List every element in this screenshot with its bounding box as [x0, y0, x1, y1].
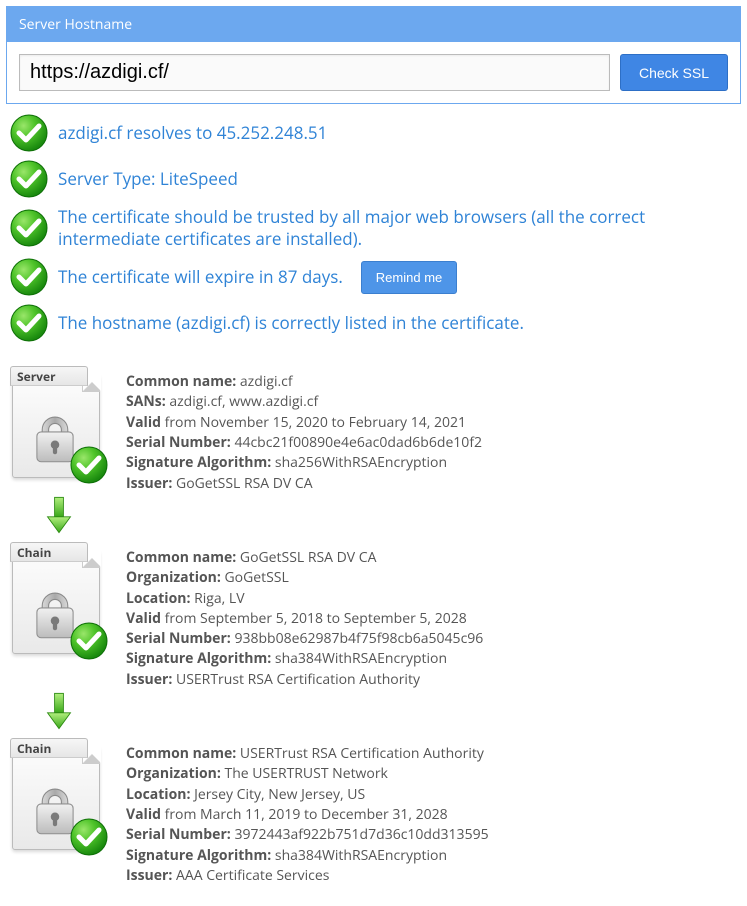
lock-document-icon: Chain: [10, 738, 102, 852]
check-icon: [10, 209, 48, 247]
hostname-panel: Server Hostname Check SSL: [6, 6, 741, 104]
cert-field: Organization: The USERTRUST Network: [126, 764, 489, 784]
cert-field: SANs: azdigi.cf, www.azdigi.cf: [126, 392, 482, 412]
lock-document-icon: Chain: [10, 542, 102, 656]
cert-field: Issuer: GoGetSSL RSA DV CA: [126, 474, 482, 494]
cert-field: Issuer: AAA Certificate Services: [126, 866, 489, 886]
chain-arrow: [6, 690, 741, 738]
result-text: The certificate will expire in 87 days.: [58, 266, 343, 288]
check-ssl-button[interactable]: Check SSL: [620, 54, 728, 91]
result-row-hostname: The hostname (azdigi.cf) is correctly li…: [6, 300, 741, 346]
results-list: azdigi.cf resolves to 45.252.248.51 Serv…: [0, 110, 747, 356]
cert-field: Location: Jersey City, New Jersey, US: [126, 785, 489, 805]
result-text: Server Type: LiteSpeed: [58, 168, 737, 190]
cert-field: Common name: GoGetSSL RSA DV CA: [126, 548, 483, 568]
result-row-server-type: Server Type: LiteSpeed: [6, 156, 741, 202]
cert-field: Signature Algorithm: sha384WithRSAEncryp…: [126, 846, 489, 866]
cert-field: Common name: USERTrust RSA Certification…: [126, 744, 489, 764]
check-icon: [10, 304, 48, 342]
cert-icon: Chain: [6, 738, 106, 852]
chain-arrow: [6, 494, 741, 542]
cert-tag: Server: [10, 366, 88, 386]
cert-field: Common name: azdigi.cf: [126, 372, 482, 392]
cert-block-chain: Chain Common name: USERTrust RSA Certifi…: [6, 738, 741, 886]
cert-field: Valid from November 15, 2020 to February…: [126, 413, 482, 433]
check-badge-icon: [70, 622, 108, 660]
cert-tag: Chain: [10, 542, 88, 562]
cert-field: Issuer: USERTrust RSA Certification Auth…: [126, 670, 483, 690]
remind-me-button[interactable]: Remind me: [361, 261, 457, 294]
certificate-chain: Server Common name: azdigi.cf SANs: azdi…: [0, 356, 747, 906]
cert-info: Common name: USERTrust RSA Certification…: [126, 738, 489, 886]
result-row-expiry: The certificate will expire in 87 days. …: [6, 254, 741, 300]
cert-field: Serial Number: 3972443af922b751d7d36c10d…: [126, 825, 489, 845]
cert-field: Valid from March 11, 2019 to December 31…: [126, 805, 489, 825]
cert-block-chain: Chain Common name: GoGetSSL RSA DV CA Or…: [6, 542, 741, 690]
panel-title: Server Hostname: [7, 7, 740, 42]
arrow-down-icon: [44, 690, 74, 732]
check-icon: [10, 258, 48, 296]
cert-info: Common name: azdigi.cf SANs: azdigi.cf, …: [126, 366, 482, 494]
cert-tag: Chain: [10, 738, 88, 758]
arrow-down-icon: [44, 494, 74, 536]
cert-field: Serial Number: 938bb08e62987b4f75f98cb6a…: [126, 629, 483, 649]
cert-icon: Server: [6, 366, 106, 480]
cert-field: Signature Algorithm: sha384WithRSAEncryp…: [126, 649, 483, 669]
result-row-resolve: azdigi.cf resolves to 45.252.248.51: [6, 110, 741, 156]
lock-document-icon: Server: [10, 366, 102, 480]
panel-body: Check SSL: [7, 42, 740, 103]
result-row-trusted: The certificate should be trusted by all…: [6, 202, 741, 254]
check-badge-icon: [70, 818, 108, 856]
hostname-input[interactable]: [19, 54, 610, 91]
cert-field: Signature Algorithm: sha256WithRSAEncryp…: [126, 453, 482, 473]
cert-info: Common name: GoGetSSL RSA DV CA Organiza…: [126, 542, 483, 690]
result-text: The certificate should be trusted by all…: [58, 206, 737, 250]
cert-field: Organization: GoGetSSL: [126, 568, 483, 588]
check-icon: [10, 160, 48, 198]
check-badge-icon: [70, 446, 108, 484]
cert-field: Location: Riga, LV: [126, 589, 483, 609]
cert-field: Serial Number: 44cbc21f00890e4e6ac0dad6b…: [126, 433, 482, 453]
cert-field: Valid from September 5, 2018 to Septembe…: [126, 609, 483, 629]
result-text: azdigi.cf resolves to 45.252.248.51: [58, 122, 737, 144]
result-text: The hostname (azdigi.cf) is correctly li…: [58, 312, 737, 334]
check-icon: [10, 114, 48, 152]
cert-block-server: Server Common name: azdigi.cf SANs: azdi…: [6, 366, 741, 494]
cert-icon: Chain: [6, 542, 106, 656]
